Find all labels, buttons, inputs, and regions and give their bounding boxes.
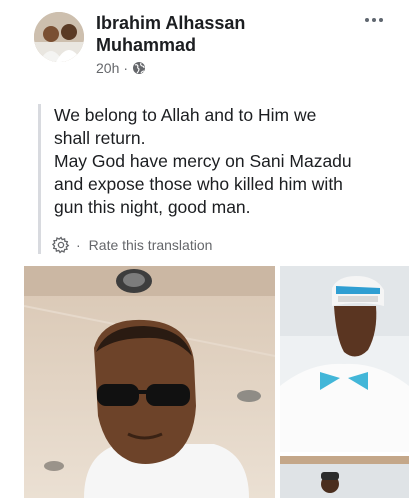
author-avatar[interactable]	[34, 12, 84, 62]
photo-man-cap[interactable]	[280, 266, 409, 452]
more-dot	[379, 18, 383, 22]
post-timestamp[interactable]: 20h	[96, 60, 119, 76]
rate-translation-link[interactable]: Rate this translation	[89, 237, 213, 253]
author-name[interactable]: Ibrahim Alhassan Muhammad	[96, 12, 336, 56]
post-text: We belong to Allah and to Him we shall r…	[54, 104, 394, 219]
post-text-line: shall return.	[54, 128, 146, 148]
photo-man-sunglasses[interactable]	[24, 266, 275, 498]
translation-row: · Rate this translation	[51, 236, 213, 254]
translation-separator: ·	[76, 237, 81, 253]
meta-separator: ·	[123, 60, 129, 76]
globe-icon[interactable]	[132, 61, 146, 75]
quote-bar	[38, 104, 41, 254]
gear-icon[interactable]	[51, 236, 70, 254]
post-text-line: gun this night, good man.	[54, 197, 251, 217]
post-meta: 20h ·	[96, 60, 146, 76]
more-options-button[interactable]	[360, 8, 388, 32]
more-dot	[372, 18, 376, 22]
post-text-line: and expose those who killed him with	[54, 174, 343, 194]
post-text-line: We belong to Allah and to Him we	[54, 105, 317, 125]
more-horizontal-icon	[365, 18, 369, 22]
post-text-line: May God have mercy on Sani Mazadu	[54, 151, 352, 171]
post-header: Ibrahim Alhassan Muhammad 20h ·	[0, 0, 409, 90]
photo-man-third[interactable]	[280, 456, 409, 498]
